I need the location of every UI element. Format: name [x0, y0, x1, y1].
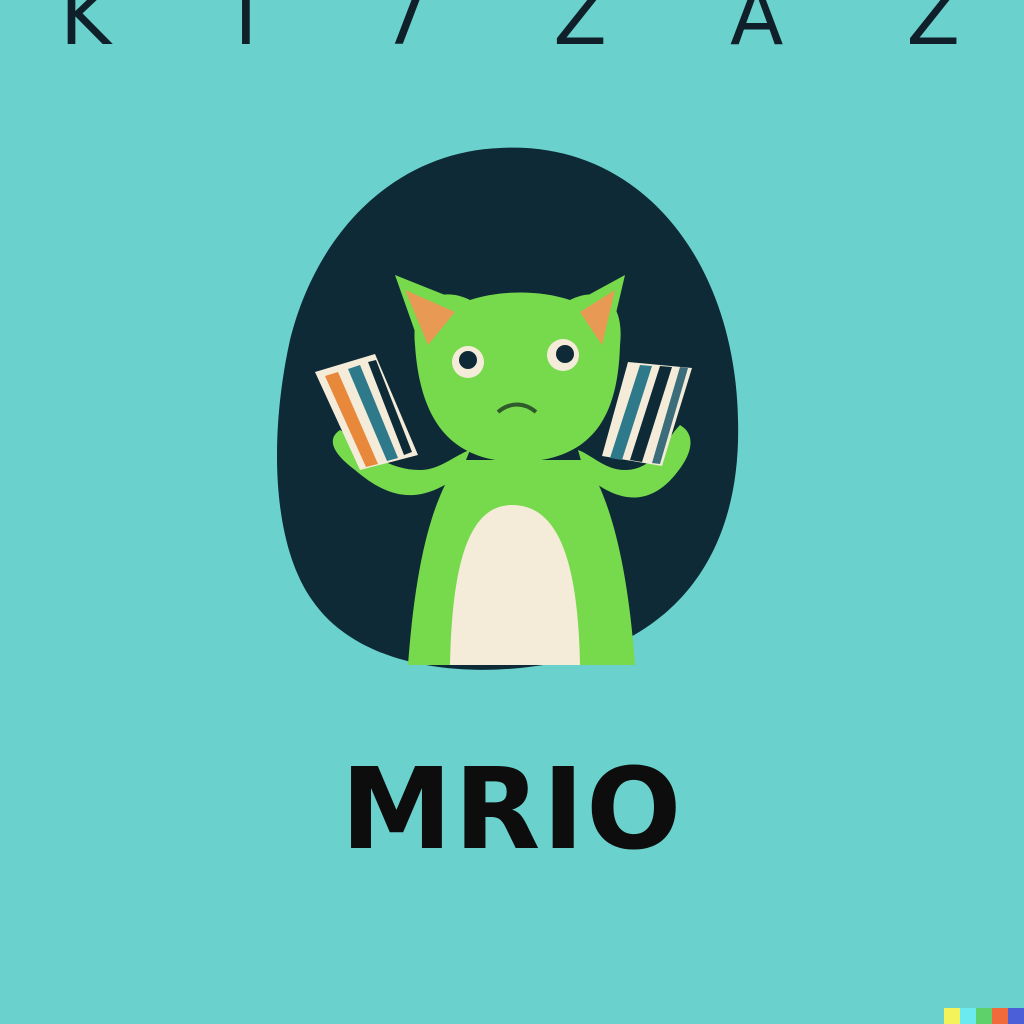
- signature-swatch: [960, 1008, 976, 1024]
- color-signature: [944, 1008, 1024, 1024]
- signature-swatch: [944, 1008, 960, 1024]
- cat-left-pupil: [459, 351, 477, 369]
- cat-right-pupil: [556, 345, 574, 363]
- signature-swatch: [976, 1008, 992, 1024]
- signature-swatch: [1008, 1008, 1024, 1024]
- caption-title: MRIO: [340, 745, 684, 875]
- signature-swatch: [992, 1008, 1008, 1024]
